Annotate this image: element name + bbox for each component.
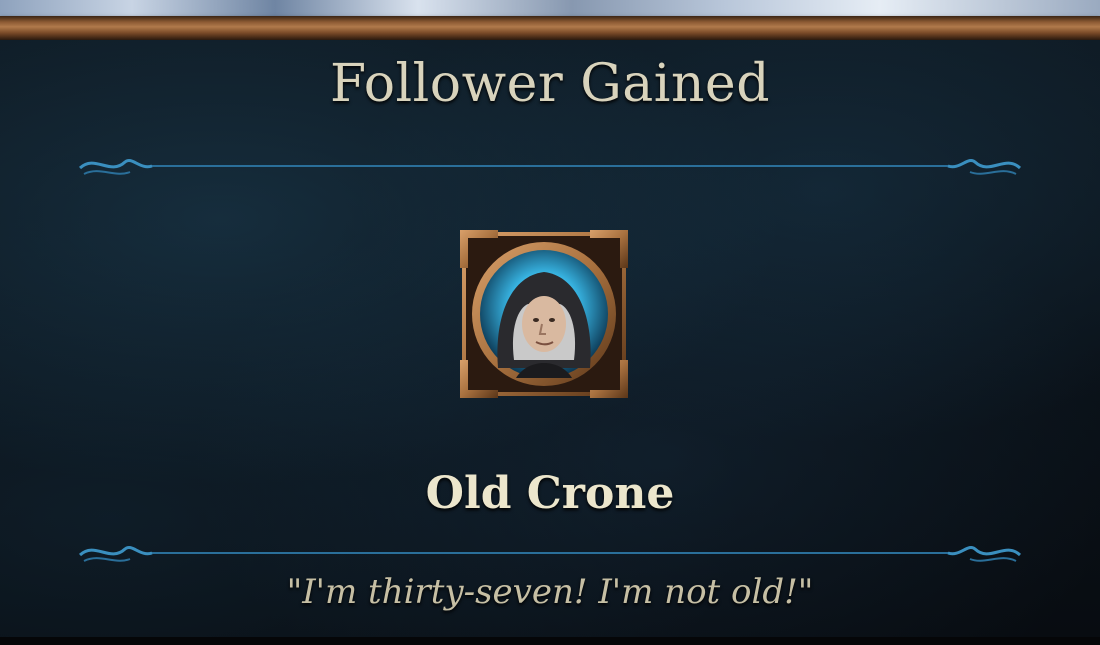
popup-title: Follower Gained	[329, 54, 770, 114]
ornamental-divider-bottom	[78, 546, 1022, 562]
ornamental-divider-top	[78, 159, 1022, 175]
follower-name: Old Crone	[425, 468, 675, 519]
follower-quote: "I'm thirty-seven! I'm not old!"	[286, 572, 814, 612]
panel-bottom-edge	[0, 637, 1100, 645]
panel-top-border	[0, 16, 1100, 40]
follower-portrait	[460, 230, 628, 398]
